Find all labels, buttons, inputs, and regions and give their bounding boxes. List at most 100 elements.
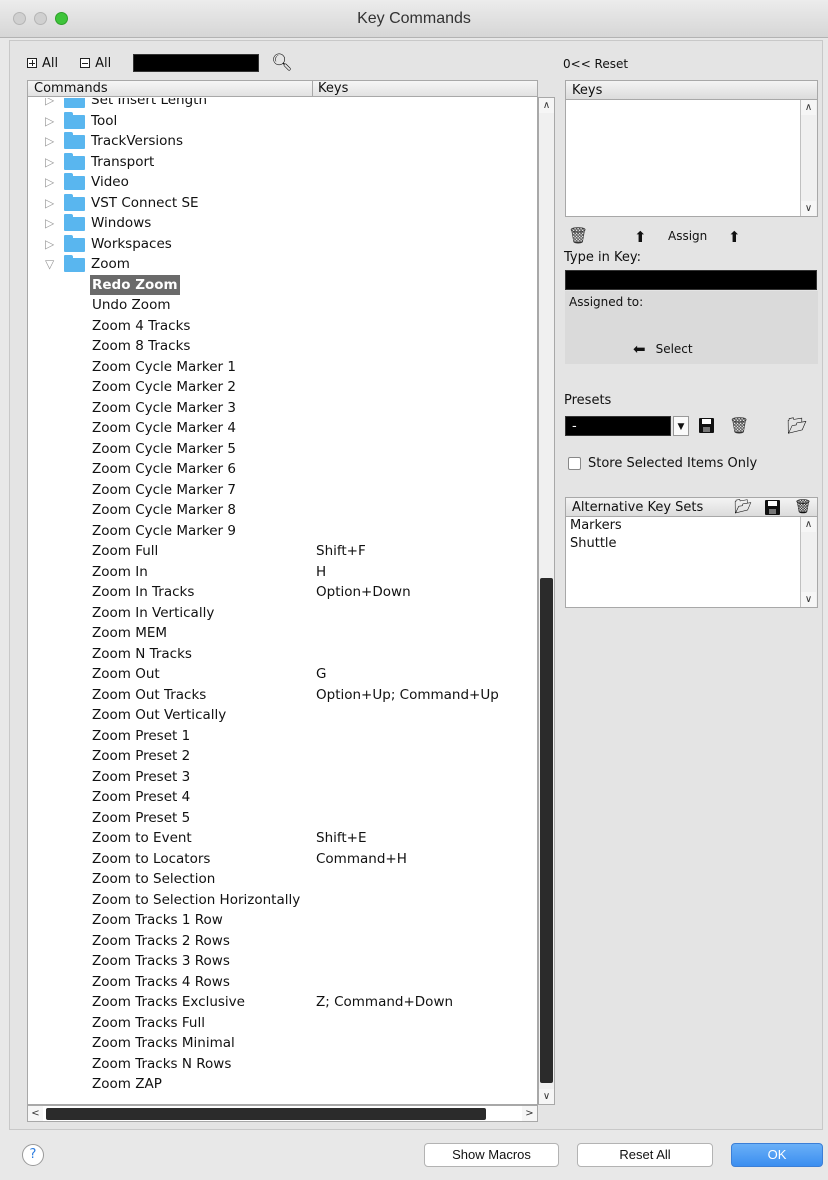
- command-row[interactable]: Zoom Cycle Marker 3: [28, 398, 537, 418]
- reset-button[interactable]: 0<< Reset: [563, 57, 628, 71]
- list-vertical-scrollbar[interactable]: ∧ ∨: [538, 97, 555, 1105]
- scroll-up-button[interactable]: ∧: [539, 98, 554, 113]
- scroll-right-button[interactable]: >: [522, 1106, 537, 1121]
- command-row[interactable]: Zoom Cycle Marker 7: [28, 480, 537, 500]
- reset-all-button[interactable]: Reset All: [577, 1143, 713, 1167]
- alt-key-set-item[interactable]: Shuttle: [566, 535, 817, 553]
- command-row[interactable]: Zoom Cycle Marker 4: [28, 418, 537, 438]
- command-row[interactable]: Zoom to Selection Horizontally: [28, 890, 537, 910]
- column-header-keys[interactable]: Keys: [318, 81, 348, 96]
- command-row[interactable]: Zoom Tracks 1 Row: [28, 910, 537, 930]
- command-row[interactable]: Zoom Tracks 2 Rows: [28, 931, 537, 951]
- command-row[interactable]: Zoom Tracks 3 Rows: [28, 951, 537, 971]
- help-button[interactable]: ?: [22, 1144, 44, 1166]
- alt-trash-icon[interactable]: 🗑︎: [794, 498, 812, 517]
- folder-row[interactable]: ▷ TrackVersions: [28, 131, 537, 151]
- command-row[interactable]: Zoom Tracks N Rows: [28, 1054, 537, 1074]
- show-macros-button[interactable]: Show Macros: [424, 1143, 559, 1167]
- folder-row[interactable]: ▷ Video: [28, 172, 537, 192]
- command-row[interactable]: Zoom Preset 3: [28, 767, 537, 787]
- alt-scroll-up-button[interactable]: ∧: [801, 517, 816, 532]
- expand-all-button[interactable]: All: [27, 56, 58, 71]
- folder-row[interactable]: ▷ Workspaces: [28, 234, 537, 254]
- command-row[interactable]: Zoom 8 Tracks: [28, 336, 537, 356]
- command-row[interactable]: Zoom 4 Tracks: [28, 316, 537, 336]
- command-row[interactable]: Zoom Cycle Marker 9: [28, 521, 537, 541]
- command-row[interactable]: Zoom Out G: [28, 664, 537, 684]
- keys-list[interactable]: Keys ∧ ∨: [565, 80, 818, 217]
- command-row[interactable]: Redo Zoom: [28, 274, 537, 295]
- search-magnifier-icon[interactable]: 🔍︎: [271, 54, 293, 72]
- command-row[interactable]: Zoom Cycle Marker 5: [28, 439, 537, 459]
- expand-triangle-icon[interactable]: ▷: [45, 98, 54, 110]
- folder-row[interactable]: ▽ Zoom: [28, 254, 537, 274]
- command-row[interactable]: Zoom Preset 4: [28, 787, 537, 807]
- alt-scrollbar[interactable]: ∧ ∨: [800, 517, 817, 607]
- expand-triangle-icon[interactable]: ▷: [45, 213, 54, 233]
- keys-scroll-down-button[interactable]: ∨: [801, 201, 816, 216]
- folder-row[interactable]: ▷ Tool: [28, 111, 537, 131]
- command-row[interactable]: Zoom Preset 1: [28, 726, 537, 746]
- command-row[interactable]: Zoom Tracks 4 Rows: [28, 972, 537, 992]
- collapse-all-button[interactable]: All: [80, 56, 111, 71]
- vertical-scroll-thumb[interactable]: [540, 578, 553, 1083]
- expand-triangle-icon[interactable]: ▷: [45, 193, 54, 213]
- search-input[interactable]: [133, 54, 260, 72]
- command-row[interactable]: Zoom In Vertically: [28, 603, 537, 623]
- ok-button[interactable]: OK: [731, 1143, 823, 1167]
- scroll-left-button[interactable]: <: [28, 1106, 43, 1121]
- store-selected-row[interactable]: Store Selected Items Only: [568, 456, 757, 471]
- command-row[interactable]: Zoom Cycle Marker 1: [28, 357, 537, 377]
- collapse-triangle-icon[interactable]: ▽: [45, 254, 54, 274]
- command-row[interactable]: Zoom Cycle Marker 2: [28, 377, 537, 397]
- expand-triangle-icon[interactable]: ▷: [45, 234, 54, 254]
- assign-button[interactable]: Assign: [668, 229, 707, 243]
- alternative-key-sets-list[interactable]: Alternative Key Sets 📂︎ 🗑︎ Markers Shutt…: [565, 497, 818, 608]
- command-row[interactable]: Zoom Preset 5: [28, 808, 537, 828]
- keys-scroll-up-button[interactable]: ∧: [801, 100, 816, 115]
- expand-triangle-icon[interactable]: ▷: [45, 152, 54, 172]
- presets-dropdown-button[interactable]: ▼: [673, 416, 689, 436]
- import-preset-folder-icon[interactable]: 📂︎: [787, 416, 807, 435]
- remove-key-trash-icon[interactable]: 🗑︎: [568, 226, 588, 245]
- alt-scroll-down-button[interactable]: ∨: [801, 592, 816, 607]
- command-row[interactable]: Zoom In H: [28, 562, 537, 582]
- keys-scrollbar[interactable]: ∧ ∨: [800, 100, 817, 216]
- command-row[interactable]: Zoom Full Shift+F: [28, 541, 537, 561]
- command-row[interactable]: Zoom Out Tracks Option+Up; Command+Up: [28, 685, 537, 705]
- command-row[interactable]: Zoom Preset 2: [28, 746, 537, 766]
- alt-folder-open-icon[interactable]: 📂︎: [734, 498, 752, 517]
- command-row[interactable]: Zoom to Selection: [28, 869, 537, 889]
- command-row[interactable]: Zoom Out Vertically: [28, 705, 537, 725]
- delete-preset-trash-icon[interactable]: 🗑︎: [729, 416, 749, 435]
- command-row[interactable]: Zoom Tracks Exclusive Z; Command+Down: [28, 992, 537, 1012]
- alt-key-set-item[interactable]: Markers: [566, 517, 817, 535]
- command-row[interactable]: Zoom to Locators Command+H: [28, 849, 537, 869]
- command-row[interactable]: Zoom Tracks Full: [28, 1013, 537, 1033]
- select-button[interactable]: ⬅︎ Select: [633, 340, 693, 358]
- command-row[interactable]: Zoom In Tracks Option+Down: [28, 582, 537, 602]
- expand-triangle-icon[interactable]: ▷: [45, 172, 54, 192]
- presets-select[interactable]: -: [565, 416, 671, 436]
- expand-triangle-icon[interactable]: ▷: [45, 131, 54, 151]
- folder-row[interactable]: ▷ Set Insert Length: [28, 98, 537, 110]
- scroll-down-button[interactable]: ∨: [539, 1089, 554, 1104]
- store-selected-checkbox[interactable]: [568, 457, 581, 470]
- command-row[interactable]: Zoom N Tracks: [28, 644, 537, 664]
- command-row[interactable]: Zoom MEM: [28, 623, 537, 643]
- column-header-commands[interactable]: Commands: [34, 81, 108, 96]
- command-row[interactable]: Zoom Cycle Marker 8: [28, 500, 537, 520]
- column-divider[interactable]: [312, 81, 313, 97]
- type-in-key-field[interactable]: [565, 270, 817, 290]
- alt-save-icon[interactable]: [765, 500, 780, 515]
- folder-row[interactable]: ▷ Windows: [28, 213, 537, 233]
- save-preset-icon[interactable]: [699, 418, 714, 433]
- list-horizontal-scrollbar[interactable]: < >: [27, 1105, 538, 1122]
- folder-row[interactable]: ▷ Transport: [28, 152, 537, 172]
- command-row[interactable]: Zoom Cycle Marker 6: [28, 459, 537, 479]
- folder-row[interactable]: ▷ VST Connect SE: [28, 193, 537, 213]
- command-row[interactable]: Zoom to Event Shift+E: [28, 828, 537, 848]
- expand-triangle-icon[interactable]: ▷: [45, 111, 54, 131]
- horizontal-scroll-thumb[interactable]: [46, 1108, 486, 1120]
- command-row[interactable]: Zoom Tracks Minimal: [28, 1033, 537, 1053]
